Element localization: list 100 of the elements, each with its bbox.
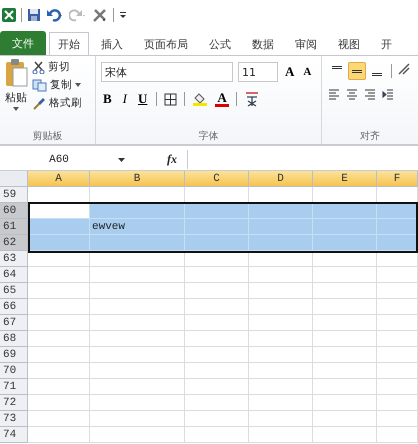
undo-icon[interactable]	[46, 8, 64, 22]
table-cell	[28, 331, 90, 347]
phonetic-icon[interactable]	[244, 92, 260, 106]
table-cell	[377, 379, 418, 395]
row-header[interactable]: 59	[0, 187, 28, 203]
table-cell	[185, 347, 249, 363]
name-box[interactable]: A60	[0, 150, 118, 169]
row-header[interactable]: 60	[0, 203, 28, 219]
orientation-icon[interactable]	[397, 62, 411, 76]
column-header[interactable]: B	[90, 171, 185, 187]
row-header[interactable]: 68	[0, 331, 28, 347]
table-cell	[249, 203, 313, 219]
table-cell	[313, 395, 377, 411]
font-color-button[interactable]: A	[215, 91, 229, 107]
table-cell	[28, 299, 90, 315]
ribbon-tab[interactable]: 公式	[200, 33, 240, 55]
fill-color-icon[interactable]	[192, 92, 208, 106]
row-header[interactable]: 65	[0, 283, 28, 299]
group-label: 剪贴板	[32, 130, 62, 143]
row-header[interactable]: 62	[0, 235, 28, 251]
row-header[interactable]: 64	[0, 267, 28, 283]
tools-icon[interactable]	[92, 6, 108, 22]
cut-label[interactable]: 剪切	[48, 60, 70, 74]
row-header[interactable]: 63	[0, 251, 28, 267]
ribbon-tab[interactable]: 开始	[49, 32, 89, 55]
brush-icon[interactable]	[32, 96, 46, 110]
ribbon-tab[interactable]: 审阅	[286, 33, 326, 55]
table-cell	[377, 267, 418, 283]
bold-button[interactable]: B	[101, 91, 114, 107]
row-header[interactable]: 67	[0, 315, 28, 331]
table-cell	[185, 299, 249, 315]
table-cell	[249, 299, 313, 315]
table-cell	[185, 379, 249, 395]
table-cell	[28, 347, 90, 363]
font-size-field[interactable]: 11	[238, 62, 278, 82]
row-header[interactable]: 66	[0, 299, 28, 315]
row-header[interactable]: 72	[0, 395, 28, 411]
underline-button[interactable]: U	[136, 91, 150, 107]
dropdown-arrow-icon[interactable]	[13, 107, 19, 111]
table-cell	[313, 251, 377, 267]
column-header[interactable]: D	[249, 171, 313, 187]
row-header[interactable]: 61	[0, 219, 28, 235]
table-cell: ewvew	[90, 219, 185, 235]
table-cell	[28, 315, 90, 331]
excel-logo-icon[interactable]	[2, 8, 16, 22]
indent-icon[interactable]	[382, 88, 394, 100]
group-label: 字体	[198, 130, 218, 143]
scissors-icon[interactable]	[32, 60, 45, 74]
table-cell	[249, 283, 313, 299]
column-header[interactable]: F	[377, 171, 418, 187]
row-header[interactable]: 70	[0, 363, 28, 379]
dropdown-arrow-icon[interactable]	[118, 158, 125, 162]
column-header[interactable]: A	[28, 171, 90, 187]
shrink-font-button[interactable]: A	[301, 66, 314, 78]
ribbon-tab[interactable]: 数据	[243, 33, 283, 55]
table-cell	[249, 331, 313, 347]
table-cell	[313, 235, 377, 251]
column-header[interactable]: C	[185, 171, 249, 187]
customize-menu-icon[interactable]	[119, 10, 127, 20]
align-center-icon[interactable]	[346, 88, 358, 100]
table-cell	[185, 203, 249, 219]
ribbon-tab[interactable]: 插入	[92, 33, 132, 55]
borders-icon[interactable]	[164, 92, 178, 106]
table-cell	[28, 219, 90, 235]
align-left-icon[interactable]	[328, 88, 340, 100]
clipboard-icon[interactable]	[4, 58, 28, 88]
ribbon-tab[interactable]: 视图	[329, 33, 369, 55]
save-icon[interactable]	[27, 8, 41, 22]
table-cell	[377, 363, 418, 379]
table-cell	[377, 411, 418, 427]
row-header[interactable]: 74	[0, 427, 28, 443]
ribbon-tab[interactable]: 开	[372, 33, 401, 55]
format-painter-label[interactable]: 格式刷	[49, 96, 82, 110]
vertical-align-button[interactable]	[348, 62, 366, 80]
grow-font-button[interactable]: A	[283, 64, 296, 80]
font-name-field[interactable]: 宋体	[101, 62, 233, 82]
table-cell	[28, 267, 90, 283]
insert-function-button[interactable]: fx	[167, 152, 177, 167]
copy-label[interactable]: 复制	[50, 78, 72, 92]
paste-label[interactable]: 粘贴	[5, 90, 27, 105]
align-right-icon[interactable]	[364, 88, 376, 100]
row-header[interactable]: 73	[0, 411, 28, 427]
table-cell	[28, 235, 90, 251]
table-cell	[28, 203, 90, 219]
table-cell	[313, 363, 377, 379]
row-header[interactable]: 71	[0, 379, 28, 395]
table-cell	[313, 299, 377, 315]
column-header[interactable]: E	[313, 171, 377, 187]
dropdown-arrow-icon[interactable]	[75, 83, 81, 87]
table-cell	[185, 267, 249, 283]
table-cell	[28, 395, 90, 411]
lines-icon	[332, 66, 342, 69]
table-cell	[377, 299, 418, 315]
table-cell	[185, 219, 249, 235]
row-header[interactable]: 69	[0, 347, 28, 363]
table-cell	[377, 219, 418, 235]
italic-button[interactable]: I	[120, 91, 130, 107]
ribbon-tab[interactable]: 页面布局	[135, 33, 197, 55]
copy-icon[interactable]	[32, 78, 47, 92]
file-tab[interactable]: 文件	[0, 31, 46, 55]
